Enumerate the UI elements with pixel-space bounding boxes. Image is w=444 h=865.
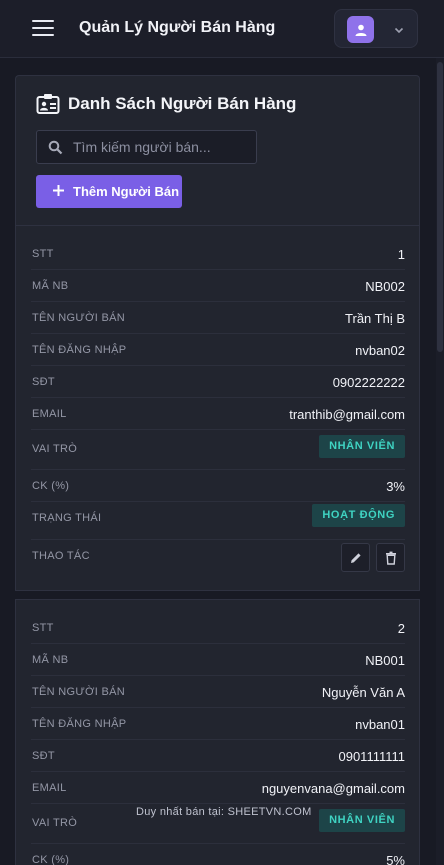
field-row: TÊN ĐĂNG NHẬP nvban02 [31,334,405,366]
field-row: TÊN NGƯỜI BÁN Nguyễn Văn A [31,676,405,708]
field-row: STT 2 [31,612,405,644]
chevron-down-icon [393,23,405,41]
user-icon [347,16,374,43]
seller-record: STT 1 MÃ NB NB002 TÊN NGƯỜI BÁN Trần Thị… [15,225,420,591]
field-value: tranthib@gmail.com [289,407,405,422]
role-badge: NHÂN VIÊN [319,435,405,458]
field-row: SĐT 0902222222 [31,366,405,398]
plus-icon [52,184,65,200]
field-label: SĐT [32,750,55,762]
field-label: EMAIL [32,782,67,794]
field-label: MÃ NB [32,654,69,666]
field-label: THAO TÁC [32,550,90,562]
field-row: SĐT 0901111111 [31,740,405,772]
field-label: VAI TRÒ [32,443,78,455]
field-row: EMAIL tranthib@gmail.com [31,398,405,430]
field-label: SĐT [32,376,55,388]
field-label: CK (%) [32,854,70,865]
field-label: TRẠNG THÁI [32,512,102,524]
field-value: 3% [386,479,405,494]
field-value: 0902222222 [332,375,405,390]
scrollbar-thumb[interactable] [437,62,443,352]
trash-icon [385,551,396,565]
field-row: EMAIL nguyenvana@gmail.com [31,772,405,804]
search-icon [48,140,63,160]
watermark-text: Duy nhất bán tại: SHEETVN.COM [136,806,312,818]
field-row: THAO TÁC [31,540,405,580]
field-value: nguyenvana@gmail.com [261,781,405,796]
field-row: CK (%) 5% [31,844,405,865]
add-seller-label: Thêm Người Bán [73,184,180,199]
field-row: TRẠNG THÁI HOẠT ĐỘNG [31,502,405,540]
field-value: NB001 [365,653,405,668]
field-label: CK (%) [32,480,70,492]
search-box [36,130,257,164]
field-row: STT 1 [31,238,405,270]
seller-record: STT 2 MÃ NB NB001 TÊN NGƯỜI BÁN Nguyễn V… [15,599,420,865]
delete-button[interactable] [376,543,405,572]
field-value: 5% [386,853,405,865]
field-label: TÊN ĐĂNG NHẬP [32,344,127,356]
field-value: nvban01 [355,717,405,732]
field-value: 0901111111 [338,749,405,764]
field-value: NB002 [365,279,405,294]
search-input[interactable] [73,131,253,163]
field-label: STT [32,248,54,260]
field-row: CK (%) 3% [31,470,405,502]
field-row: MÃ NB NB001 [31,644,405,676]
field-label: VAI TRÒ [32,817,78,829]
user-menu-button[interactable] [334,9,418,48]
panel-title: Danh Sách Người Bán Hàng [68,94,297,113]
field-value: nvban02 [355,343,405,358]
field-row: MÃ NB NB002 [31,270,405,302]
field-row: TÊN NGƯỜI BÁN Trần Thị B [31,302,405,334]
add-seller-button[interactable]: Thêm Người Bán [36,175,182,208]
id-card-icon [36,93,60,120]
field-label: TÊN NGƯỜI BÁN [32,312,126,324]
role-badge: NHÂN VIÊN [319,809,405,832]
status-badge: HOẠT ĐỘNG [312,504,405,527]
field-value: Trần Thị B [345,311,405,326]
top-bar: Quản Lý Người Bán Hàng [0,0,444,58]
app-title: Quản Lý Người Bán Hàng [79,19,276,36]
pencil-icon [350,552,361,563]
field-label: EMAIL [32,408,67,420]
hamburger-icon[interactable] [32,20,54,38]
field-value: Nguyễn Văn A [321,685,405,700]
field-value: 1 [397,247,405,262]
field-row: VAI TRÒ NHÂN VIÊN [31,433,405,470]
field-label: TÊN ĐĂNG NHẬP [32,718,127,730]
field-row: TÊN ĐĂNG NHẬP nvban01 [31,708,405,740]
field-label: TÊN NGƯỜI BÁN [32,686,126,698]
field-label: MÃ NB [32,280,69,292]
field-label: STT [32,622,54,634]
field-value: 2 [397,621,405,636]
edit-button[interactable] [341,543,370,572]
